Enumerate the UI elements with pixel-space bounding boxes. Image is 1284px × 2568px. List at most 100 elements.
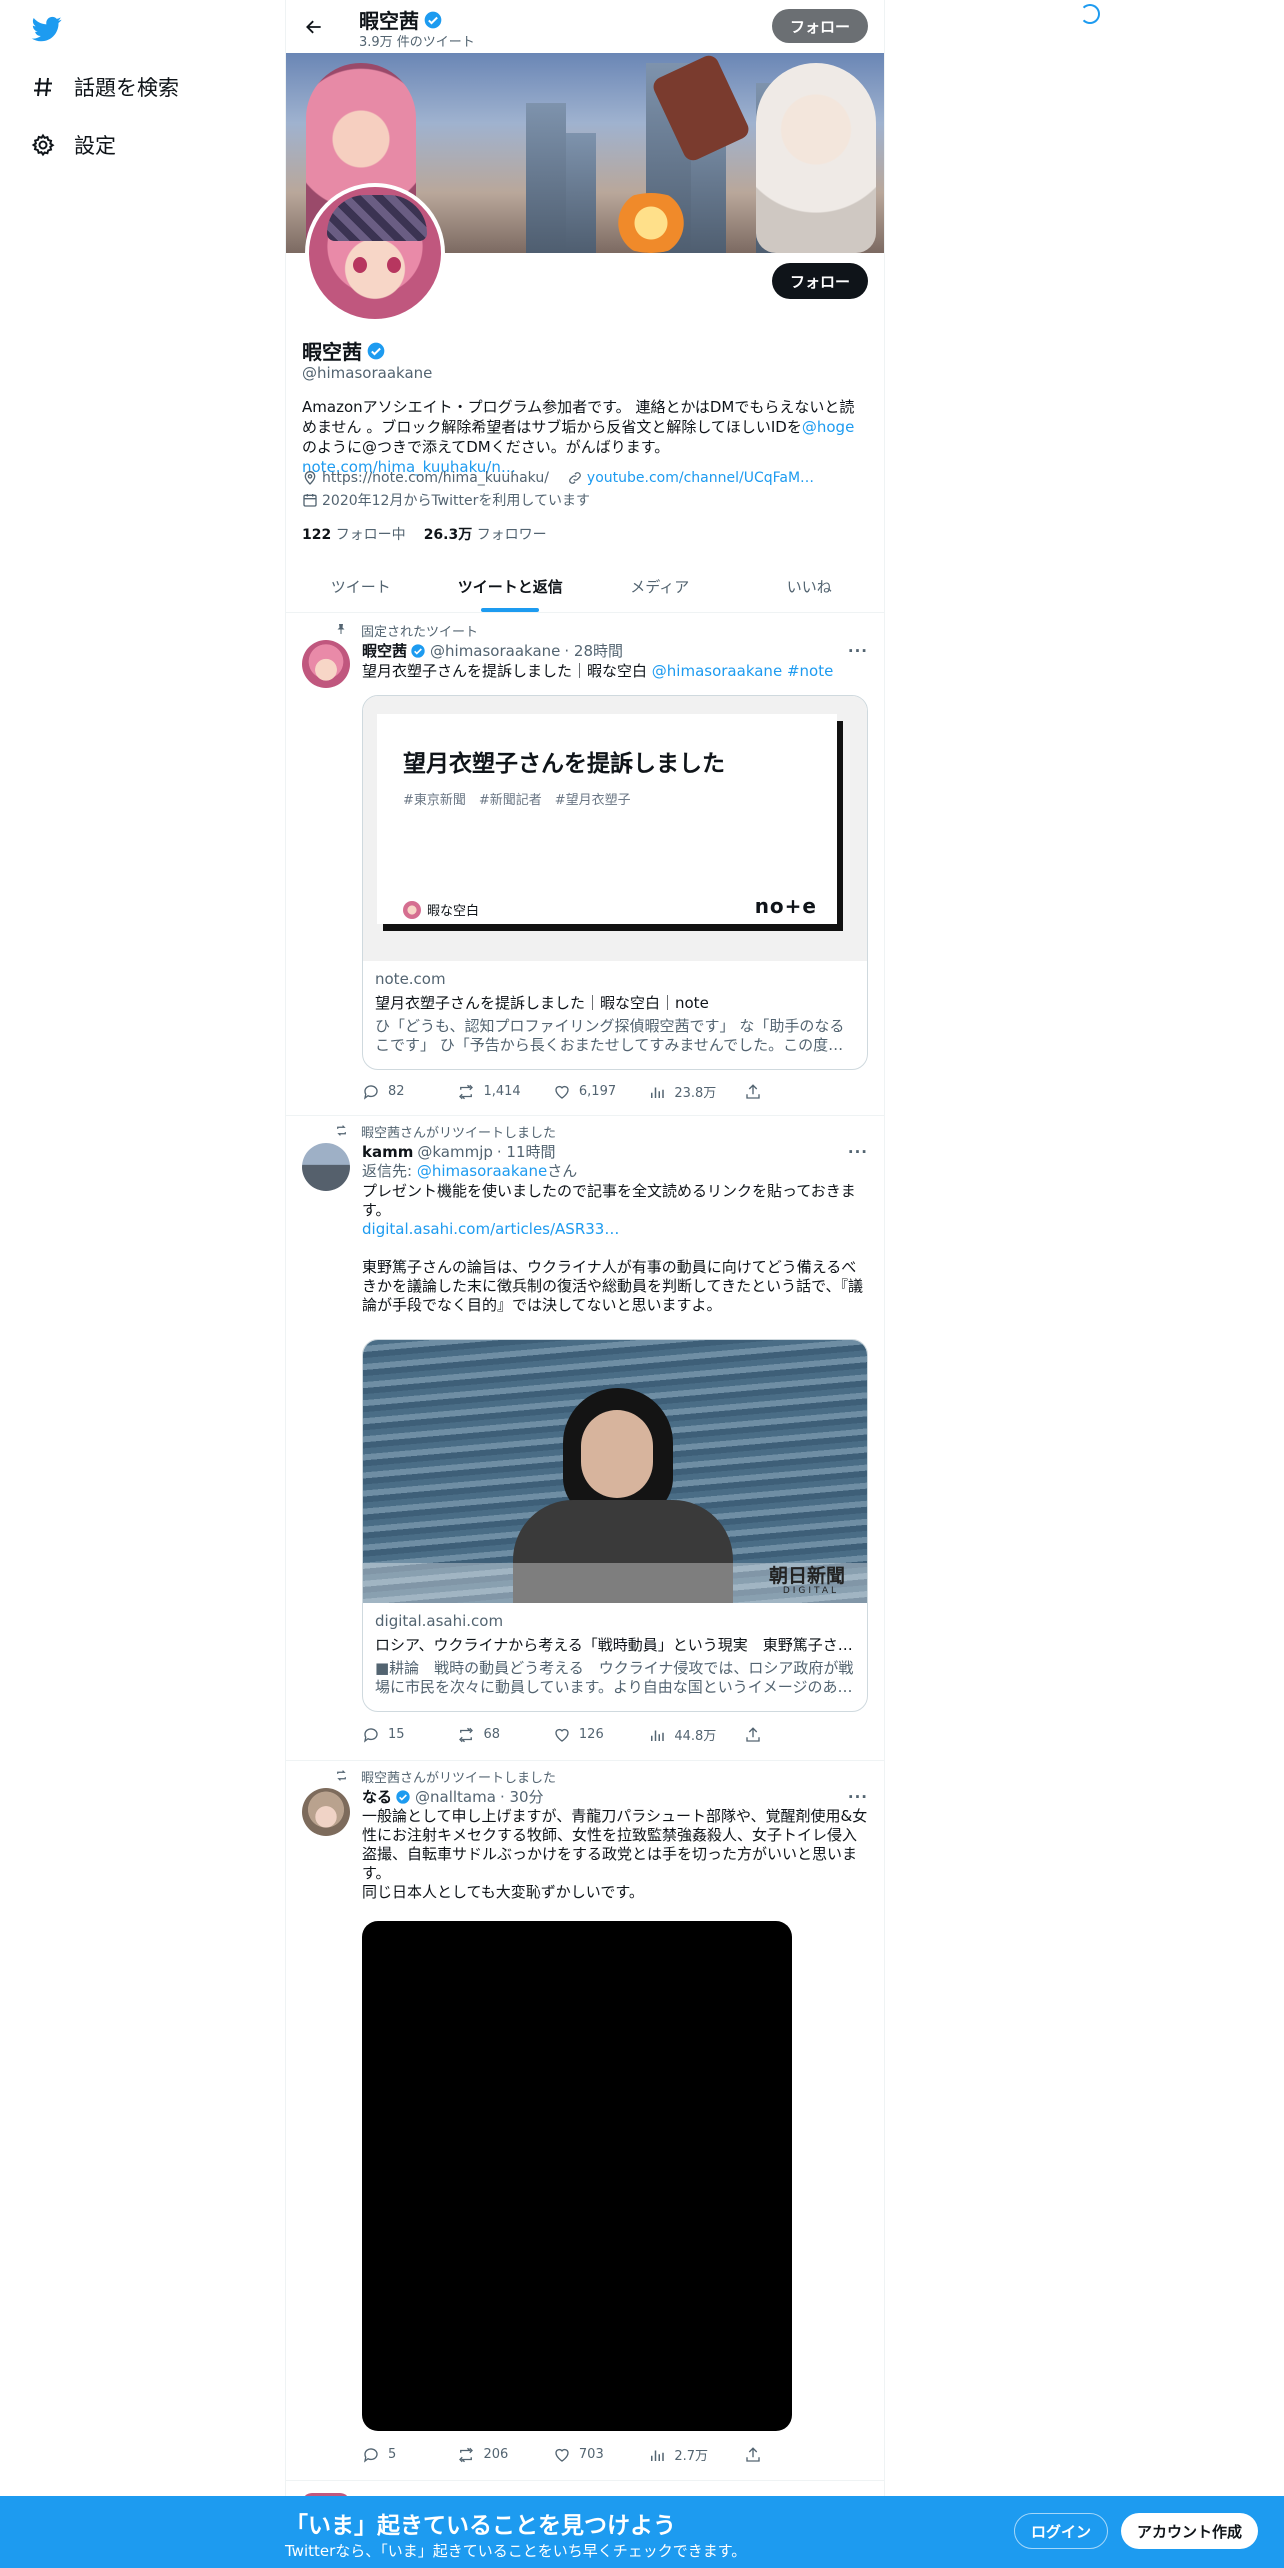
retweeted-label: 暇空茜さんがリツイートしました [333,1122,556,1141]
share-button[interactable] [744,2445,782,2464]
link-icon [567,470,583,486]
bar-chart-icon [651,1087,665,1098]
view-count: 23.8万 [674,1086,717,1101]
tweet-hashtag-link[interactable]: #note [787,662,833,680]
like-button[interactable]: 703 [553,2445,648,2464]
tab-media[interactable]: メディア [585,560,735,612]
card-author: 暇な空白 [403,900,479,919]
link-card[interactable]: 望月衣塑子さんを提訴しました #東京新聞 #新聞記者 #望月衣塑子 暇な空白 n… [362,695,868,1070]
nav-settings[interactable]: 設定 [30,125,116,165]
retweeted-label: 暇空茜さんがリツイートしました [333,1767,556,1786]
tweet-text-line-2: 東野篤子さんの論旨は、ウクライナ人が有事の動員に向けてどう備えるべきかを議論した… [362,1258,864,1314]
banner-title: 「いま」起きていることを見つけよう [285,2513,676,2539]
reply-button[interactable]: 82 [362,1082,457,1101]
signup-banner: 「いま」起きていることを見つけよう Twitterなら、「いま」起きていることを… [0,2496,1284,2568]
reply-icon [363,2447,378,2463]
tweet-avatar[interactable] [302,1143,350,1191]
reply-to-suffix: さん [547,1162,578,1180]
tweet-text: 一般論として申し上げますが、青龍刀パラシュート部隊や、覚醒剤使用&女性にお注射キ… [362,1807,868,1901]
follow-button[interactable]: フォロー [771,263,868,299]
share-button[interactable] [744,1725,782,1744]
tweet-avatar[interactable] [302,640,350,688]
verified-badge-icon [423,10,443,30]
loading-spinner-icon [1080,4,1100,24]
location-pin-icon [302,470,318,486]
following-link[interactable]: 122 フォロー中 [302,524,406,544]
tweet-time[interactable]: · 30分 [500,1786,544,1807]
share-icon [746,2446,760,2462]
card-heading: 望月衣塑子さんを提訴しました [403,751,725,777]
following-count: 122 [302,527,332,543]
more-options-icon[interactable]: ··· [848,1143,868,1161]
main-column: 暇空茜 3.9万 件のツイート フォロー フォロー 暇空茜 @himasoraa… [285,0,885,2568]
more-options-icon[interactable]: ··· [848,642,868,660]
profile-website-link[interactable]: youtube.com/channel/UCqFaM… [587,470,814,486]
tweet-avatar[interactable] [302,1788,350,1836]
header-tweet-count: 3.9万 件のツイート [359,35,475,50]
twitter-logo-icon[interactable] [30,14,64,44]
retweet-button[interactable]: 206 [457,2445,552,2464]
tweet-author-handle[interactable]: @himasoraakane [430,642,560,660]
back-arrow-icon[interactable] [300,13,328,41]
asahi-logo: 朝日新聞 [768,1565,845,1587]
like-count: 126 [578,1727,604,1742]
like-count: 703 [578,2447,604,2462]
note-logo: no+e [754,894,817,918]
verified-badge-icon [410,643,426,659]
tweet-author-name[interactable]: 暇空茜 [362,640,407,661]
bio-mention-link[interactable]: @hoge [802,418,854,436]
profile-location: https://note.com/hima_kuuhaku/ [322,470,549,486]
tab-likes[interactable]: いいね [735,560,885,612]
share-button[interactable] [744,1082,782,1101]
tweet-time[interactable]: · 11時間 [497,1141,556,1162]
retweet-count: 1,414 [483,1084,521,1099]
reply-count: 82 [388,1084,405,1099]
reply-icon [363,1727,378,1743]
followers-count: 26.3万 [423,527,473,543]
tweet-header: なる @nalltama · 30分 ··· [362,1786,868,1807]
like-button[interactable]: 6,197 [553,1082,648,1101]
profile-handle: @himasoraakane [302,364,433,382]
tweet-author-handle[interactable]: @kammjp [417,1143,493,1161]
more-options-icon[interactable]: ··· [848,1788,868,1806]
tweet-time[interactable]: · 28時間 [564,640,623,661]
reply-to-link[interactable]: @himasoraakane [417,1162,547,1180]
retweet-button[interactable]: 68 [457,1725,552,1744]
reply-button[interactable]: 5 [362,2445,457,2464]
login-button[interactable]: ログイン [1014,2513,1109,2549]
views-button[interactable]: 2.7万 [648,2445,743,2464]
profile-joined-row: 2020年12月からTwitterを利用しています [302,490,590,510]
tweet-author-name[interactable]: なる [362,1786,392,1807]
card-title: ロシア、ウクライナから考える「戦時動員」という現実 東野篤子さ… [375,1636,853,1654]
tweet-article-link[interactable]: digital.asahi.com/articles/ASR33… [362,1220,868,1239]
views-button[interactable]: 44.8万 [648,1725,743,1744]
retweet-count: 68 [483,1727,500,1742]
views-button[interactable]: 23.8万 [648,1082,743,1101]
retweet-icon [333,1124,349,1140]
share-icon [746,1726,760,1742]
nav-explore[interactable]: 話題を検索 [30,67,179,107]
followers-link[interactable]: 26.3万 フォロワー [424,524,547,544]
tweet[interactable]: 暇空茜さんがリツイートしました kamm @kammjp · 11時間 ··· … [286,1116,884,1761]
reply-button[interactable]: 15 [362,1725,457,1744]
profile-joined-date: 2020年12月からTwitterを利用しています [322,493,590,509]
tweet[interactable]: 暇空茜さんがリツイートしました なる @nalltama · 30分 ··· 一… [286,1761,884,2481]
retweet-button[interactable]: 1,414 [457,1082,552,1101]
reply-to-label: 返信先: [362,1162,417,1180]
profile-avatar[interactable] [305,183,445,323]
tweet-media[interactable] [362,1921,792,2431]
tab-tweets-and-replies[interactable]: ツイートと返信 [436,560,586,612]
tweet-author-handle[interactable]: @nalltama [415,1788,496,1806]
profile-name-text: 暇空茜 [302,340,362,364]
retweet-icon [459,1727,474,1742]
like-button[interactable]: 126 [553,1725,648,1744]
link-card[interactable]: 朝日新聞 DIGITAL digital.asahi.com ロシア、ウクライナ… [362,1339,868,1712]
tweet[interactable]: 固定されたツイート 暇空茜 @himasoraakane · 28時間 ··· … [286,613,884,1116]
header-follow-button[interactable]: フォロー [771,9,868,43]
tab-tweets[interactable]: ツイート [286,560,436,612]
tweet-author-name[interactable]: kamm [362,1143,413,1161]
tweet-text-main: 望月衣塑子さんを提訴しました｜暇な空白 [362,662,648,680]
profile-name: 暇空茜 [302,336,386,365]
tweet-mention-link[interactable]: @himasoraakane [652,662,782,680]
signup-button[interactable]: アカウント作成 [1121,2513,1259,2549]
